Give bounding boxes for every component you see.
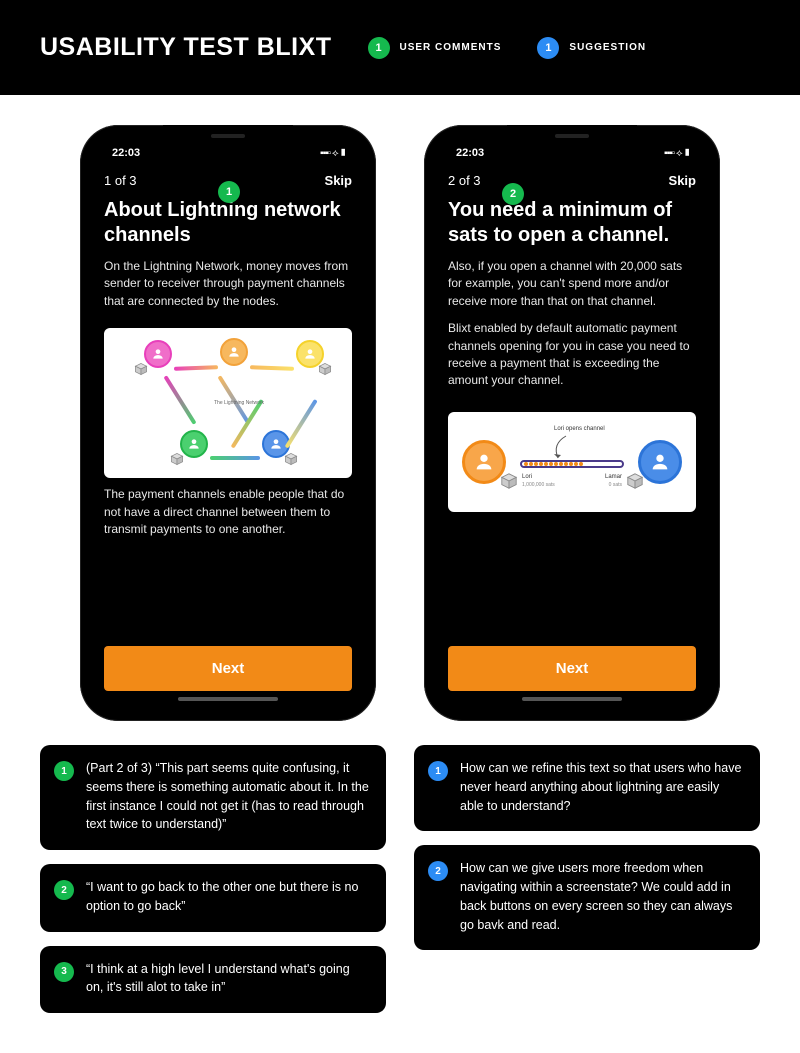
status-time: 22:03 <box>104 147 140 159</box>
user-comment-card: 1 (Part 2 of 3) “This part seems quite c… <box>40 745 386 850</box>
screen-title: About Lightning network channels <box>104 198 352 248</box>
user-comments-column: 1 (Part 2 of 3) “This part seems quite c… <box>40 745 386 1013</box>
screen-paragraph: Also, if you open a channel with 20,000 … <box>448 258 696 310</box>
diagram-caption: The Lightning Network <box>214 400 264 406</box>
suggestion-text: How can we give users more freedom when … <box>460 859 744 934</box>
home-indicator <box>178 697 278 701</box>
legend-user-comments: 1 USER COMMENTS <box>368 37 502 59</box>
phone-notch <box>163 125 293 147</box>
comment-text: “I want to go back to the other one but … <box>86 878 370 916</box>
badge-icon: 1 <box>537 37 559 59</box>
node-name: Lori <box>522 474 532 480</box>
skip-button[interactable]: Skip <box>325 173 352 188</box>
badge-icon: 2 <box>428 861 448 881</box>
annotation-badge: 2 <box>502 183 524 205</box>
screen-paragraph: Blixt enabled by default automatic payme… <box>448 320 696 390</box>
comments-section: 1 (Part 2 of 3) “This part seems quite c… <box>0 745 800 1043</box>
suggestion-text: How can we refine this text so that user… <box>460 759 744 815</box>
badge-icon: 1 <box>428 761 448 781</box>
phone-notch <box>507 125 637 147</box>
legend-suggestion: 1 SUGGESTION <box>537 37 646 59</box>
header: USABILITY TEST BLIXT 1 USER COMMENTS 1 S… <box>0 0 800 95</box>
legend-label: USER COMMENTS <box>400 42 502 53</box>
node-sats: 0 sats <box>609 482 622 488</box>
screen-title: You need a minimum of sats to open a cha… <box>448 198 696 248</box>
screen-paragraph: On the Lightning Network, money moves fr… <box>104 258 352 310</box>
suggestion-card: 2 How can we give users more freedom whe… <box>414 845 760 950</box>
suggestions-column: 1 How can we refine this text so that us… <box>414 745 760 1013</box>
phone-mockup-1: 22:03 ▪▪▪▫ ⟡ ▮ 1 of 3 Skip About Lightni… <box>80 125 376 721</box>
skip-button[interactable]: Skip <box>669 173 696 188</box>
next-button[interactable]: Next <box>448 646 696 691</box>
next-button[interactable]: Next <box>104 646 352 691</box>
badge-icon: 3 <box>54 962 74 982</box>
badge-icon: 1 <box>54 761 74 781</box>
phones-row: 22:03 ▪▪▪▫ ⟡ ▮ 1 of 3 Skip About Lightni… <box>0 95 800 745</box>
phone-mockup-2: 22:03 ▪▪▪▫ ⟡ ▮ 2 of 3 Skip You need a mi… <box>424 125 720 721</box>
pager-indicator: 1 of 3 <box>104 173 137 188</box>
user-comment-card: 2 “I want to go back to the other one bu… <box>40 864 386 932</box>
node-name: Lamar <box>605 474 622 480</box>
pager-indicator: 2 of 3 <box>448 173 481 188</box>
comment-text: (Part 2 of 3) “This part seems quite con… <box>86 759 370 834</box>
page-title: USABILITY TEST BLIXT <box>40 33 332 62</box>
channel-diagram-illustration: Lori opens channel Lori 1,000,000 sats L… <box>448 412 696 512</box>
suggestion-card: 1 How can we refine this text so that us… <box>414 745 760 831</box>
badge-icon: 1 <box>368 37 390 59</box>
legend-label: SUGGESTION <box>569 42 646 53</box>
badge-icon: 2 <box>54 880 74 900</box>
annotation-badge: 1 <box>218 181 240 203</box>
network-diagram-illustration: The Lightning Network <box>104 328 352 478</box>
user-comment-card: 3 “I think at a high level I understand … <box>40 946 386 1014</box>
comment-text: “I think at a high level I understand wh… <box>86 960 370 998</box>
status-time: 22:03 <box>448 147 484 159</box>
screen-paragraph: The payment channels enable people that … <box>104 486 352 538</box>
status-icons: ▪▪▪▫ ⟡ ▮ <box>664 148 696 159</box>
arrow-label: Lori opens channel <box>554 426 605 432</box>
home-indicator <box>522 697 622 701</box>
node-sats: 1,000,000 sats <box>522 482 555 488</box>
status-icons: ▪▪▪▫ ⟡ ▮ <box>320 148 352 159</box>
